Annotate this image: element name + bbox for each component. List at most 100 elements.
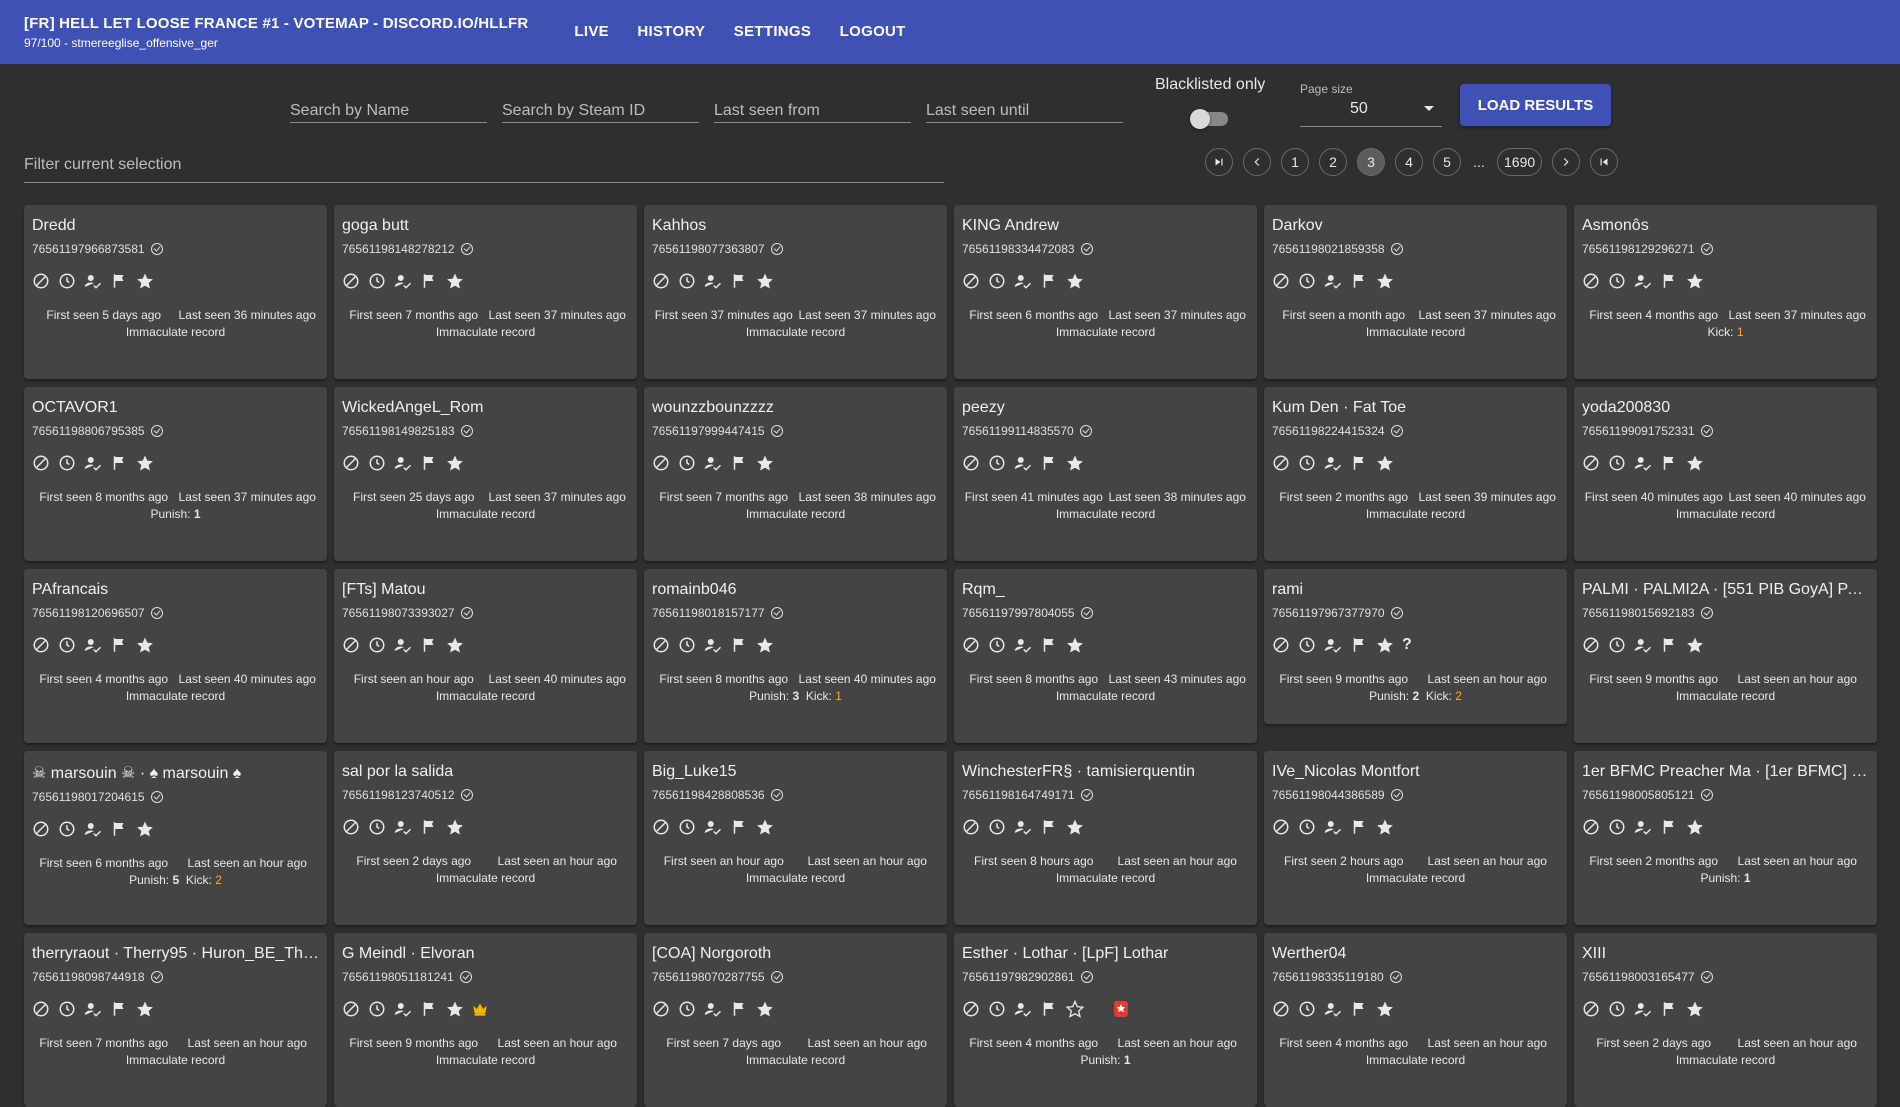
player-card[interactable]: [FTs] Matou 76561198073393027 First seen a… [334, 569, 637, 743]
player-name[interactable]: yoda200830 [1582, 399, 1869, 417]
steam-id[interactable]: 76561198073393027 [342, 606, 455, 620]
player-name[interactable]: ☠ marsouin ☠ · ♠ marsouin ♠ [32, 763, 319, 783]
player-card[interactable]: WinchesterFR§ · tamisierquentin 765611981… [954, 751, 1257, 925]
page-last-number[interactable]: 1690 [1497, 148, 1543, 176]
blacklist-icon[interactable] [962, 1000, 980, 1018]
vip-user-check-icon[interactable] [1324, 636, 1342, 654]
player-name[interactable]: wounzzbounzzzz [652, 399, 939, 417]
player-card[interactable]: ☠ marsouin ☠ · ♠ marsouin ♠ 7656119801720… [24, 751, 327, 925]
temp-ban-clock-icon[interactable] [678, 272, 696, 290]
nav-live[interactable]: LIVE [574, 23, 609, 40]
player-name[interactable]: Kum Den · Fat Toe [1272, 399, 1559, 417]
player-card[interactable]: Esther · Lothar · [LpF] Lothar 7656119798… [954, 933, 1257, 1107]
star-icon[interactable] [756, 272, 774, 290]
star-icon[interactable] [1066, 272, 1084, 290]
player-card[interactable]: Rqm_ 76561197997804055 First seen 8 months… [954, 569, 1257, 743]
star-icon[interactable] [446, 1000, 464, 1018]
last-seen-until-input[interactable] [926, 94, 1123, 128]
star-icon[interactable] [1066, 818, 1084, 836]
vip-user-check-icon[interactable] [84, 1000, 102, 1018]
star-icon[interactable] [136, 1000, 154, 1018]
nav-history[interactable]: HISTORY [637, 23, 705, 40]
flag-player-icon[interactable] [1660, 1000, 1678, 1018]
vip-user-check-icon[interactable] [394, 1000, 412, 1018]
player-name[interactable]: KING Andrew [962, 217, 1249, 235]
blacklist-icon[interactable] [1582, 1000, 1600, 1018]
player-card[interactable]: Big_Luke15 76561198428808536 First seen an… [644, 751, 947, 925]
steam-id[interactable]: 76561197966873581 [32, 242, 145, 256]
player-name[interactable]: Kahhos [652, 217, 939, 235]
vip-user-check-icon[interactable] [84, 636, 102, 654]
vip-user-check-icon[interactable] [1014, 454, 1032, 472]
player-card[interactable]: yoda200830 76561199091752331 First seen 40… [1574, 387, 1877, 561]
player-card[interactable]: Darkov 76561198021859358 First seen a mont… [1264, 205, 1567, 379]
vip-user-check-icon[interactable] [1014, 818, 1032, 836]
player-name[interactable]: Rqm_ [962, 581, 1249, 599]
player-name[interactable]: Darkov [1272, 217, 1559, 235]
temp-ban-clock-icon[interactable] [1608, 454, 1626, 472]
blacklist-icon[interactable] [652, 636, 670, 654]
steam-id[interactable]: 76561197997804055 [962, 606, 1075, 620]
steam-id[interactable]: 76561198051181241 [342, 970, 454, 984]
temp-ban-clock-icon[interactable] [1608, 1000, 1626, 1018]
steam-id[interactable]: 76561199114835570 [962, 424, 1074, 438]
star-icon[interactable] [1376, 1000, 1394, 1018]
temp-ban-clock-icon[interactable] [1298, 454, 1316, 472]
steam-id[interactable]: 76561198123740512 [342, 788, 455, 802]
blacklist-icon[interactable] [1272, 272, 1290, 290]
vip-user-check-icon[interactable] [1634, 818, 1652, 836]
player-card[interactable]: therryraout · Therry95 · Huron_BE_Therry… [24, 933, 327, 1107]
player-card[interactable]: 1er BFMC Preacher Ma · [1er BFMC] Preach… [1574, 751, 1877, 925]
star-icon[interactable] [1686, 454, 1704, 472]
nav-settings[interactable]: SETTINGS [734, 23, 811, 40]
prev-page-button[interactable] [1243, 148, 1271, 176]
blacklist-icon[interactable] [342, 454, 360, 472]
star-icon[interactable] [446, 454, 464, 472]
flag-player-icon[interactable] [110, 820, 128, 838]
steam-id[interactable]: 76561198077363807 [652, 242, 765, 256]
blacklist-icon[interactable] [1582, 454, 1600, 472]
star-icon[interactable] [1066, 636, 1084, 654]
player-card[interactable]: KING Andrew 76561198334472083 First seen 6… [954, 205, 1257, 379]
temp-ban-clock-icon[interactable] [58, 454, 76, 472]
page-size-value[interactable]: 50 [1350, 100, 1368, 118]
flag-player-icon[interactable] [730, 454, 748, 472]
steam-id[interactable]: 76561198044386589 [1272, 788, 1385, 802]
flag-player-icon[interactable] [730, 818, 748, 836]
temp-ban-clock-icon[interactable] [988, 454, 1006, 472]
flag-player-icon[interactable] [1350, 454, 1368, 472]
player-card[interactable]: PALMI · PALMI2A · [551 PIB GoyA] PALMI 76… [1574, 569, 1877, 743]
steam-id[interactable]: 76561198428808536 [652, 788, 765, 802]
player-card[interactable]: romainb046 76561198018157177 First seen 8 … [644, 569, 947, 743]
star-icon[interactable] [1376, 454, 1394, 472]
temp-ban-clock-icon[interactable] [368, 272, 386, 290]
blacklist-icon[interactable] [962, 636, 980, 654]
page-size-select[interactable]: Page size 50 [1300, 80, 1442, 127]
temp-ban-clock-icon[interactable] [1608, 818, 1626, 836]
player-name[interactable]: Werther04 [1272, 945, 1559, 963]
temp-ban-clock-icon[interactable] [58, 636, 76, 654]
vip-user-check-icon[interactable] [704, 818, 722, 836]
star-icon[interactable] [1376, 272, 1394, 290]
player-name[interactable]: Asmonôs [1582, 217, 1869, 235]
player-name[interactable]: sal por la salida [342, 763, 629, 781]
star-icon[interactable] [446, 636, 464, 654]
vip-user-check-icon[interactable] [1634, 636, 1652, 654]
star-outline-icon[interactable] [1066, 1000, 1084, 1018]
temp-ban-clock-icon[interactable] [58, 820, 76, 838]
star-icon[interactable] [1066, 454, 1084, 472]
player-card[interactable]: [COA] Norgoroth 76561198070287755 First se… [644, 933, 947, 1107]
flag-player-icon[interactable] [1040, 636, 1058, 654]
player-name[interactable]: goga butt [342, 217, 629, 235]
temp-ban-clock-icon[interactable] [1298, 1000, 1316, 1018]
steam-id[interactable]: 76561197982902861 [962, 970, 1075, 984]
star-icon[interactable] [756, 454, 774, 472]
flag-player-icon[interactable] [1040, 1000, 1058, 1018]
steam-id[interactable]: 76561198021859358 [1272, 242, 1385, 256]
temp-ban-clock-icon[interactable] [58, 272, 76, 290]
flag-player-icon[interactable] [1660, 454, 1678, 472]
steam-id[interactable]: 76561198005805121 [1582, 788, 1695, 802]
temp-ban-clock-icon[interactable] [1608, 636, 1626, 654]
player-card[interactable]: peezy 76561199114835570 First seen 41 minu… [954, 387, 1257, 561]
search-name-input[interactable] [290, 94, 487, 128]
